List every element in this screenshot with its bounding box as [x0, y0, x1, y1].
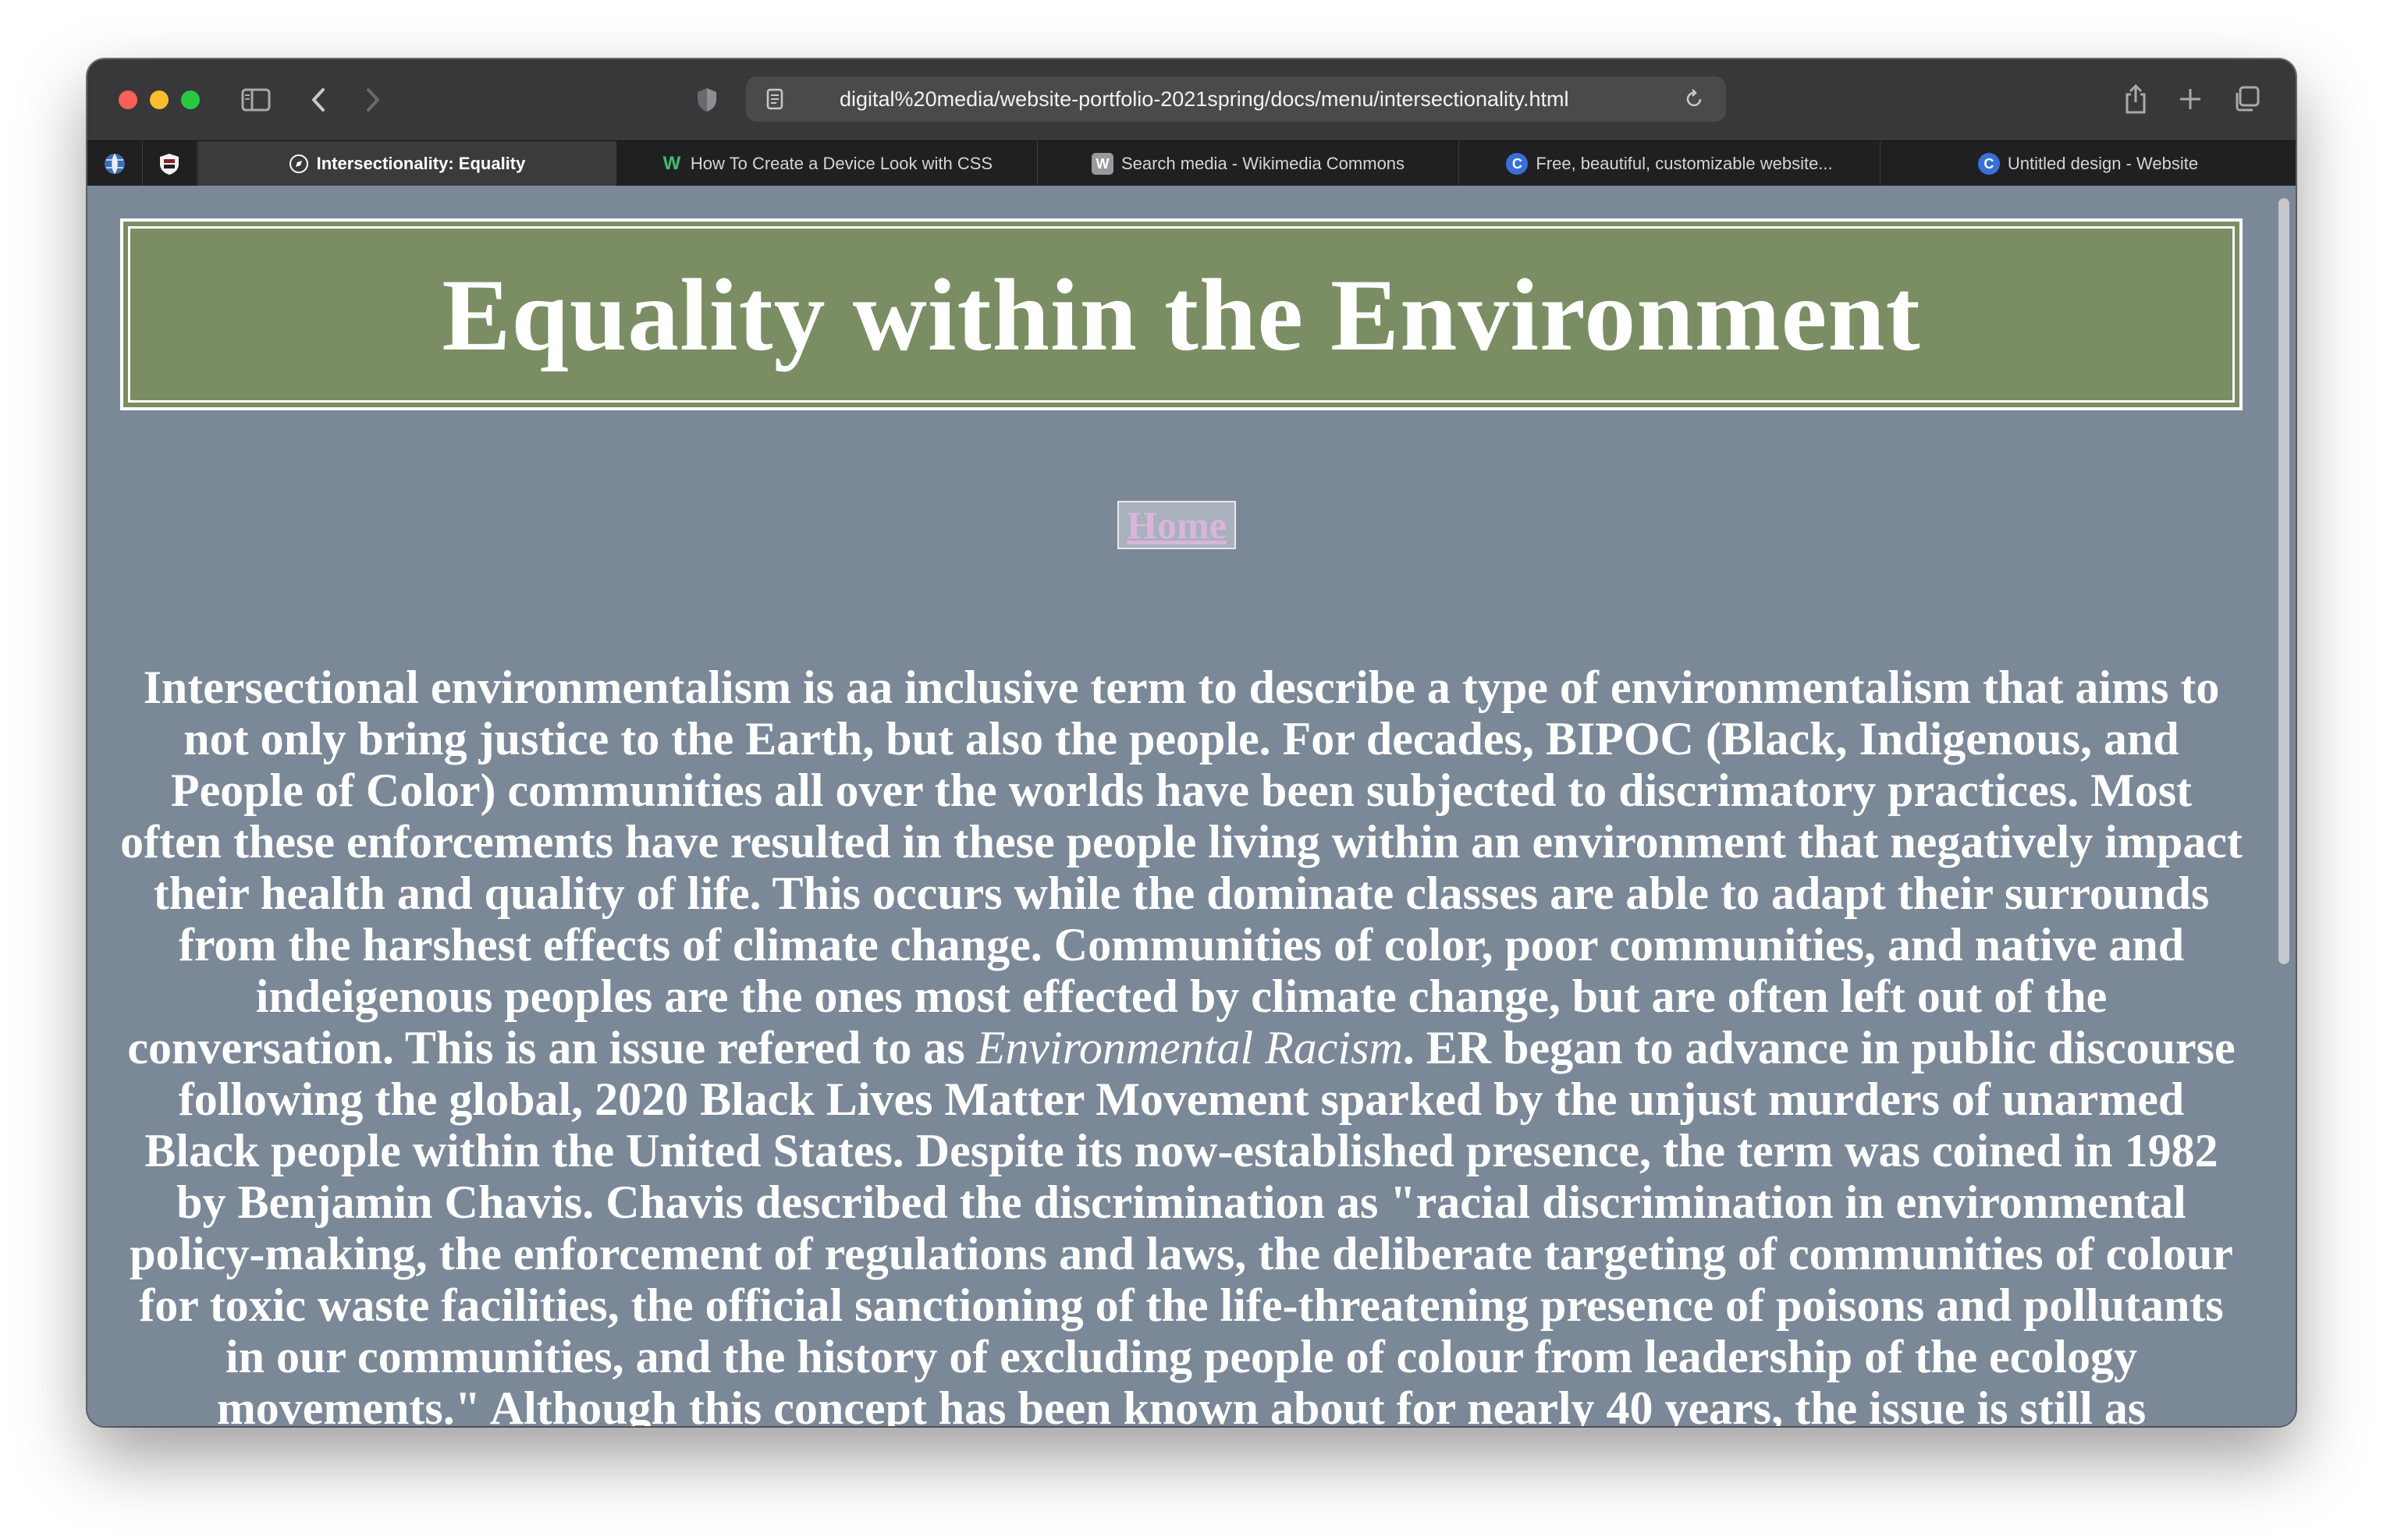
browser-window: digital%20media/website-portfolio-2021sp…	[87, 59, 2296, 1426]
pinned-tab-globe[interactable]	[87, 141, 143, 186]
environmental-racism-term: Environmental Racism	[976, 1022, 1403, 1073]
paragraph-text-start: Intersectional environmentalism is aa in…	[120, 662, 2243, 1073]
scrollbar-thumb[interactable]	[2278, 198, 2289, 964]
tab-overview-icon[interactable]	[2230, 83, 2263, 115]
close-window-button[interactable]	[119, 90, 137, 109]
browser-toolbar: digital%20media/website-portfolio-2021sp…	[87, 59, 2296, 140]
tab-canva-free-website[interactable]: C Free, beautiful, customizable website.…	[1459, 141, 1880, 186]
home-link[interactable]: Home	[1117, 501, 1236, 549]
forward-arrow-icon[interactable]	[357, 84, 389, 115]
shield-crest-icon	[160, 154, 179, 175]
reader-page-icon[interactable]	[762, 86, 788, 112]
tab-label: Search media - Wikimedia Commons	[1120, 154, 1405, 173]
address-bar[interactable]: digital%20media/website-portfolio-2021sp…	[746, 76, 1726, 122]
tab-untitled-design[interactable]: C Untitled design - Website	[1880, 141, 2296, 186]
w-logo-icon: W	[662, 153, 681, 174]
wikimedia-icon: W	[1091, 153, 1113, 175]
zoom-window-button[interactable]	[181, 90, 200, 109]
canva-icon: C	[1977, 153, 2000, 175]
sidebar-toggle-icon[interactable]	[240, 86, 272, 114]
back-arrow-icon[interactable]	[303, 84, 334, 115]
page-content: Equality within the Environment Home Int…	[87, 186, 2272, 1426]
pinned-tab-crest[interactable]	[142, 141, 197, 186]
paragraph-text-end: . ER began to advance in public discours…	[130, 1022, 2236, 1426]
tab-bar: Intersectionality: Equality W How To Cre…	[87, 140, 2296, 186]
page-banner: Equality within the Environment	[120, 218, 2243, 410]
intro-paragraph: Intersectional environmentalism is aa in…	[119, 662, 2244, 1426]
url-text[interactable]: digital%20media/website-portfolio-2021sp…	[840, 76, 1620, 122]
compass-icon	[289, 154, 308, 173]
tab-label: Free, beautiful, customizable website...	[1536, 154, 1833, 173]
canva-icon: C	[1506, 153, 1529, 175]
globe-icon	[105, 154, 125, 174]
page-title: Equality within the Environment	[442, 257, 1921, 372]
tab-wikimedia-commons[interactable]: W Search media - Wikimedia Commons	[1038, 141, 1459, 186]
reload-icon[interactable]	[1681, 86, 1707, 112]
tab-label: Intersectionality: Equality	[316, 154, 526, 173]
new-tab-plus-icon[interactable]	[2174, 83, 2207, 115]
tab-intersectionality[interactable]: Intersectionality: Equality	[198, 141, 616, 186]
tab-label: How To Create a Device Look with CSS	[690, 154, 993, 173]
share-icon[interactable]	[2119, 81, 2152, 117]
privacy-shield-icon[interactable]	[691, 84, 723, 115]
page-scrollbar[interactable]	[2272, 186, 2296, 1426]
banner-inner-border: Equality within the Environment	[128, 226, 2235, 403]
tab-label: Untitled design - Website	[2007, 154, 2199, 173]
minimize-window-button[interactable]	[150, 90, 169, 109]
tab-device-look-css[interactable]: W How To Create a Device Look with CSS	[616, 141, 1038, 186]
